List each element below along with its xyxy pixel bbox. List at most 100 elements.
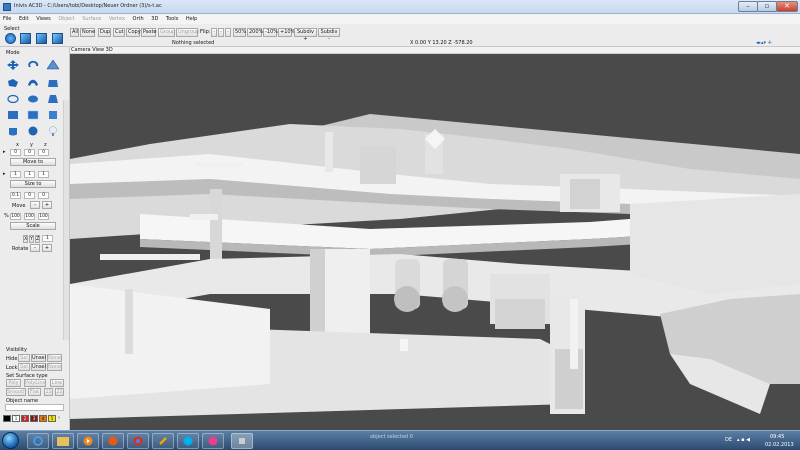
palette-color-red[interactable]: 2: [21, 415, 29, 422]
close-button[interactable]: ✕: [776, 1, 798, 12]
flat-button[interactable]: Flat: [28, 388, 41, 396]
lock-sel-button[interactable]: Sel: [18, 363, 30, 371]
flip-x-button[interactable]: ·: [211, 28, 217, 37]
clock-time[interactable]: 09:45: [770, 434, 784, 440]
two-sided-button[interactable]: 2S: [55, 388, 64, 396]
rotate-plus-button[interactable]: +: [42, 244, 52, 252]
tray-icons[interactable]: ▴ ▪ ◀: [737, 437, 750, 443]
polygon-tool-icon[interactable]: [6, 77, 20, 89]
pos-x-field[interactable]: 0: [10, 149, 21, 156]
smooth-button[interactable]: Smooth: [6, 388, 26, 396]
tool-taskbar-icon[interactable]: [152, 433, 174, 449]
pyramid-tool-icon[interactable]: [46, 59, 60, 71]
rotate-x-toggle[interactable]: X: [23, 235, 28, 243]
view-arrows-icon[interactable]: ◂▸▴▾ ✛: [756, 40, 772, 46]
move-minus-button[interactable]: -: [30, 201, 40, 209]
lock-unsel-button[interactable]: Unsel: [31, 363, 46, 371]
start-button[interactable]: [2, 432, 19, 449]
move-x-field[interactable]: 0.1: [10, 192, 21, 199]
poly-button[interactable]: Poly: [6, 379, 21, 387]
move-z-field[interactable]: 0: [38, 192, 49, 199]
zoom-minus10-button[interactable]: -10%: [263, 28, 278, 37]
scale-x-field[interactable]: 100: [10, 213, 21, 220]
chrome-taskbar-icon[interactable]: [127, 433, 149, 449]
size-z-field[interactable]: 1: [38, 171, 49, 178]
locale-indicator[interactable]: DE: [725, 437, 732, 443]
scale-y-field[interactable]: 100: [24, 213, 35, 220]
menu-help[interactable]: Help: [183, 15, 200, 23]
circle-tool-icon[interactable]: [6, 93, 20, 105]
explorer-taskbar-icon[interactable]: [52, 433, 74, 449]
hide-sel-button[interactable]: Sel: [18, 354, 30, 362]
disk-tool-icon[interactable]: [26, 93, 40, 105]
clock-date[interactable]: 02.02.2013: [765, 442, 794, 448]
rotate-angle-field[interactable]: 1: [42, 235, 53, 242]
palette-more-icon[interactable]: ›: [58, 415, 60, 421]
paste-button[interactable]: Paste: [141, 28, 157, 37]
zoom-50-button[interactable]: 50%: [233, 28, 246, 37]
select-all-button[interactable]: All: [70, 28, 79, 37]
size-x-field[interactable]: 1: [10, 171, 21, 178]
copy-button[interactable]: Copy: [126, 28, 141, 37]
hide-unsel-button[interactable]: Unsel: [31, 354, 46, 362]
flip-z-button[interactable]: ·: [225, 28, 231, 37]
palette-color-yellow[interactable]: 5: [48, 415, 56, 422]
one-sided-button[interactable]: 1S: [44, 388, 53, 396]
line-button[interactable]: Line: [50, 379, 64, 387]
object-name-field[interactable]: [5, 404, 64, 411]
menu-file[interactable]: File: [0, 15, 14, 23]
minimize-button[interactable]: –: [738, 1, 758, 12]
move-y-field[interactable]: 0: [24, 192, 35, 199]
menu-tools[interactable]: Tools: [163, 15, 181, 23]
rotate-tool-icon[interactable]: [26, 59, 40, 71]
lathe-tool-icon[interactable]: [46, 109, 60, 121]
trapezoid-tool-icon[interactable]: [46, 93, 60, 105]
app-taskbar-icon[interactable]: [202, 433, 224, 449]
3d-viewport[interactable]: Camera View 3D: [70, 47, 800, 430]
light-tool-icon[interactable]: [46, 125, 60, 137]
menu-orth[interactable]: Orth: [130, 15, 147, 23]
select-vertex-icon[interactable]: [36, 33, 47, 44]
ie-taskbar-icon[interactable]: [27, 433, 49, 449]
rotate-y-toggle[interactable]: Y: [29, 235, 34, 243]
skype-taskbar-icon[interactable]: [177, 433, 199, 449]
scale-z-field[interactable]: 100: [38, 213, 49, 220]
menu-edit[interactable]: Edit: [16, 15, 32, 23]
group-button[interactable]: Group: [158, 28, 175, 37]
palette-color-darkred[interactable]: 3: [30, 415, 38, 422]
select-group-icon[interactable]: [5, 33, 16, 44]
menu-vertex[interactable]: Vertex: [106, 15, 128, 23]
select-object-icon[interactable]: [20, 33, 31, 44]
mesh-tool-icon[interactable]: [26, 109, 40, 121]
menu-views[interactable]: Views: [33, 15, 53, 23]
menu-object[interactable]: Object: [55, 15, 77, 23]
lock-none-button[interactable]: None: [47, 363, 62, 371]
size-to-button[interactable]: Size to: [10, 180, 56, 188]
flip-y-button[interactable]: ·: [218, 28, 224, 37]
rotate-minus-button[interactable]: -: [30, 244, 40, 252]
plane-tool-icon[interactable]: [46, 77, 60, 89]
size-arrow-icon[interactable]: ▸: [3, 171, 6, 177]
palette-color-black[interactable]: [3, 415, 11, 422]
dup-button[interactable]: Dup: [98, 28, 111, 37]
scale-button[interactable]: Scale: [10, 222, 56, 230]
hide-none-button[interactable]: None: [47, 354, 62, 362]
menu-3d[interactable]: 3D: [148, 15, 161, 23]
zoom-200-button[interactable]: 200%: [247, 28, 263, 37]
select-none-button[interactable]: None: [80, 28, 95, 37]
box-tool-icon[interactable]: [6, 109, 20, 121]
cut-button[interactable]: Cut: [113, 28, 125, 37]
curve-tool-icon[interactable]: [26, 77, 40, 89]
media-player-taskbar-icon[interactable]: [77, 433, 99, 449]
select-surface-icon[interactable]: [52, 33, 63, 44]
rotate-z-toggle[interactable]: Z: [35, 235, 40, 243]
zoom-plus10-button[interactable]: +10%: [278, 28, 295, 37]
pos-z-field[interactable]: 0: [38, 149, 49, 156]
menu-surface[interactable]: Surface: [79, 15, 104, 23]
ungroup-button[interactable]: Ungroup: [176, 28, 199, 37]
cylinder-tool-icon[interactable]: [6, 125, 20, 137]
left-panel-scrollbar[interactable]: [63, 100, 69, 340]
palette-color-orange[interactable]: 4: [39, 415, 47, 422]
maximize-button[interactable]: ▫: [757, 1, 777, 12]
pos-y-field[interactable]: 0: [24, 149, 35, 156]
